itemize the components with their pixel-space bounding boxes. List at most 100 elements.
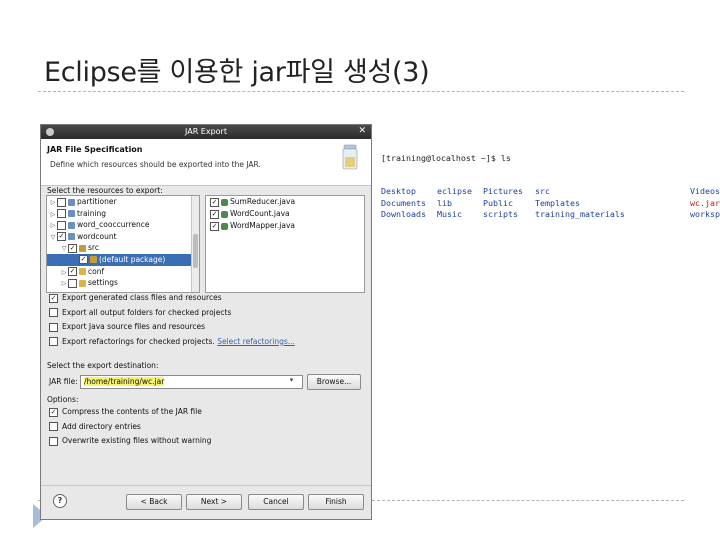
terminal-entry: training_materials — [535, 209, 625, 220]
terminal-entry: Pictures — [483, 186, 523, 197]
tree-item-label: word_cooccurrence — [77, 220, 150, 230]
tree-item-checkbox[interactable]: ✓ — [57, 232, 66, 242]
tree-item[interactable]: ▷ partitioner — [47, 196, 199, 208]
file-item-label: WordCount.java — [230, 209, 290, 218]
tree-item-checkbox[interactable]: ✓ — [79, 255, 88, 265]
tree-scrollbar-thumb[interactable] — [193, 234, 198, 268]
tree-item-checkbox[interactable] — [57, 209, 66, 219]
select-refactorings-link[interactable]: Select refactorings... — [217, 337, 295, 346]
export-option-checkbox[interactable]: ✓ — [49, 293, 58, 303]
terminal-line: Downloads Music scripts training_materials w… — [381, 209, 720, 220]
export-option-checkbox[interactable] — [49, 322, 58, 332]
jar-option[interactable]: Overwrite existing files without warning — [49, 436, 211, 446]
export-option-label: Export all output folders for checked pr… — [62, 307, 232, 317]
jar-export-dialog: JAR Export ✕ JAR File Specification Defi… — [40, 124, 372, 520]
tree-item[interactable]: ▽ ✓ src — [47, 242, 199, 254]
tree-item-label: conf — [88, 266, 105, 276]
java-file-icon — [221, 210, 228, 218]
tree-item-checkbox[interactable]: ✓ — [68, 267, 77, 277]
tree-item[interactable]: ✓ (default package) — [47, 253, 199, 266]
tree-item-label: partitioner — [77, 197, 117, 206]
jar-option-checkbox[interactable]: ✓ — [49, 407, 58, 417]
close-icon[interactable]: ✕ — [358, 126, 366, 136]
project-icon — [68, 198, 75, 206]
jar-option-checkbox[interactable] — [49, 436, 58, 446]
next-button[interactable]: Next > — [186, 494, 242, 510]
wizard-description: Define which resources should be exporte… — [50, 160, 261, 169]
export-option[interactable]: ✓ Export generated class files and resour… — [49, 293, 222, 303]
cancel-button[interactable]: Cancel — [248, 494, 304, 510]
tree-scrollbar[interactable] — [191, 196, 199, 292]
java-file-icon — [221, 198, 228, 206]
terminal-entry: eclipse — [437, 186, 472, 197]
export-option[interactable]: Export refactorings for checked projects… — [49, 336, 295, 346]
jar-option[interactable]: Add directory entries — [49, 421, 141, 431]
terminal-entry: workspace — [690, 209, 720, 220]
tree-item-label: src — [88, 243, 99, 253]
tree-item-label: settings — [88, 278, 118, 288]
terminal-entry: Videos — [690, 186, 720, 197]
file-item-label: SumReducer.java — [230, 197, 296, 206]
jar-option[interactable]: ✓ Compress the contents of the JAR file — [49, 407, 202, 417]
wizard-header: JAR File Specification Define which reso… — [41, 139, 371, 186]
tree-item[interactable]: ▷ ✓ conf — [47, 266, 199, 278]
destination-label: Select the export destination: — [47, 361, 159, 370]
terminal-entry: src — [535, 186, 550, 197]
terminal-output: [training@localhost ~]$ ls Desktop eclips… — [381, 130, 720, 232]
jar-option-checkbox[interactable] — [49, 422, 58, 431]
export-option[interactable]: Export all output folders for checked pr… — [49, 307, 232, 317]
jar-file-input[interactable]: /home/training/wc.jar — [80, 375, 303, 389]
file-item-checkbox[interactable]: ✓ — [210, 209, 219, 219]
export-option[interactable]: Export Java source files and resources — [49, 322, 205, 332]
file-item[interactable]: ✓ SumReducer.java — [206, 196, 364, 208]
file-item[interactable]: ✓ WordMapper.java — [206, 220, 364, 232]
jar-file-label: JAR file: — [49, 377, 78, 386]
tree-item-label: training — [77, 208, 107, 218]
resource-tree[interactable]: ▷ partitioner ▷ training ▷ word_cooccurrence ▽… — [46, 195, 200, 293]
terminal-entry: Downloads — [381, 209, 426, 220]
terminal-entry: wc.jar — [690, 197, 720, 208]
jar-option-label: Overwrite existing files without warning — [62, 436, 212, 445]
button-bar-divider — [41, 485, 371, 486]
file-item-checkbox[interactable]: ✓ — [210, 197, 219, 207]
tree-item[interactable]: ▷ word_cooccurrence — [47, 219, 199, 231]
project-icon — [68, 210, 75, 218]
package-icon — [79, 244, 86, 252]
jar-option-label: Compress the contents of the JAR file — [62, 407, 202, 416]
tree-item-checkbox[interactable] — [68, 278, 77, 288]
browse-button[interactable]: Browse... — [307, 374, 361, 390]
file-item-checkbox[interactable]: ✓ — [210, 221, 219, 231]
jar-option-label: Add directory entries — [62, 421, 141, 431]
dialog-title: JAR Export — [185, 127, 227, 136]
title-divider — [38, 91, 684, 92]
back-button[interactable]: < Back — [126, 494, 182, 510]
dialog-titlebar: JAR Export ✕ — [41, 125, 371, 139]
terminal-entry: Desktop — [381, 186, 416, 197]
file-item[interactable]: ✓ WordCount.java — [206, 208, 364, 220]
file-list[interactable]: ✓ SumReducer.java ✓ WordCount.java ✓ WordMapp… — [205, 195, 365, 293]
collapsed-twisty-icon[interactable]: ▷ — [60, 278, 68, 290]
help-icon[interactable]: ? — [53, 494, 67, 508]
tree-item[interactable]: ▷ settings — [47, 277, 199, 289]
tree-item[interactable]: ▷ training — [47, 208, 199, 220]
chevron-down-icon[interactable]: ▾ — [285, 376, 298, 388]
options-label: Options: — [47, 395, 79, 404]
tree-item-label: wordcount — [77, 231, 117, 241]
tree-item-checkbox[interactable]: ✓ — [68, 243, 77, 253]
export-option-label: Export refactorings for checked projects… — [62, 336, 215, 346]
folder-icon — [79, 268, 86, 276]
tree-item[interactable]: ▽ ✓ wordcount — [47, 231, 199, 243]
terminal-prompt: [training@localhost ~]$ ls — [381, 152, 511, 163]
export-option-checkbox[interactable] — [49, 337, 58, 346]
terminal-entry: Public — [483, 197, 513, 208]
tree-item-checkbox[interactable] — [57, 220, 66, 230]
slide-title: Eclipse를 이용한 jar파일 생성(3) — [44, 57, 430, 88]
terminal-entry: Templates — [535, 197, 580, 208]
export-option-checkbox[interactable] — [49, 308, 58, 317]
project-icon — [68, 233, 75, 241]
finish-button[interactable]: Finish — [308, 494, 364, 510]
wizard-title: JAR File Specification — [47, 145, 143, 154]
java-file-icon — [221, 222, 228, 230]
terminal-entry: Documents — [381, 197, 426, 208]
tree-item-checkbox[interactable] — [57, 197, 66, 207]
